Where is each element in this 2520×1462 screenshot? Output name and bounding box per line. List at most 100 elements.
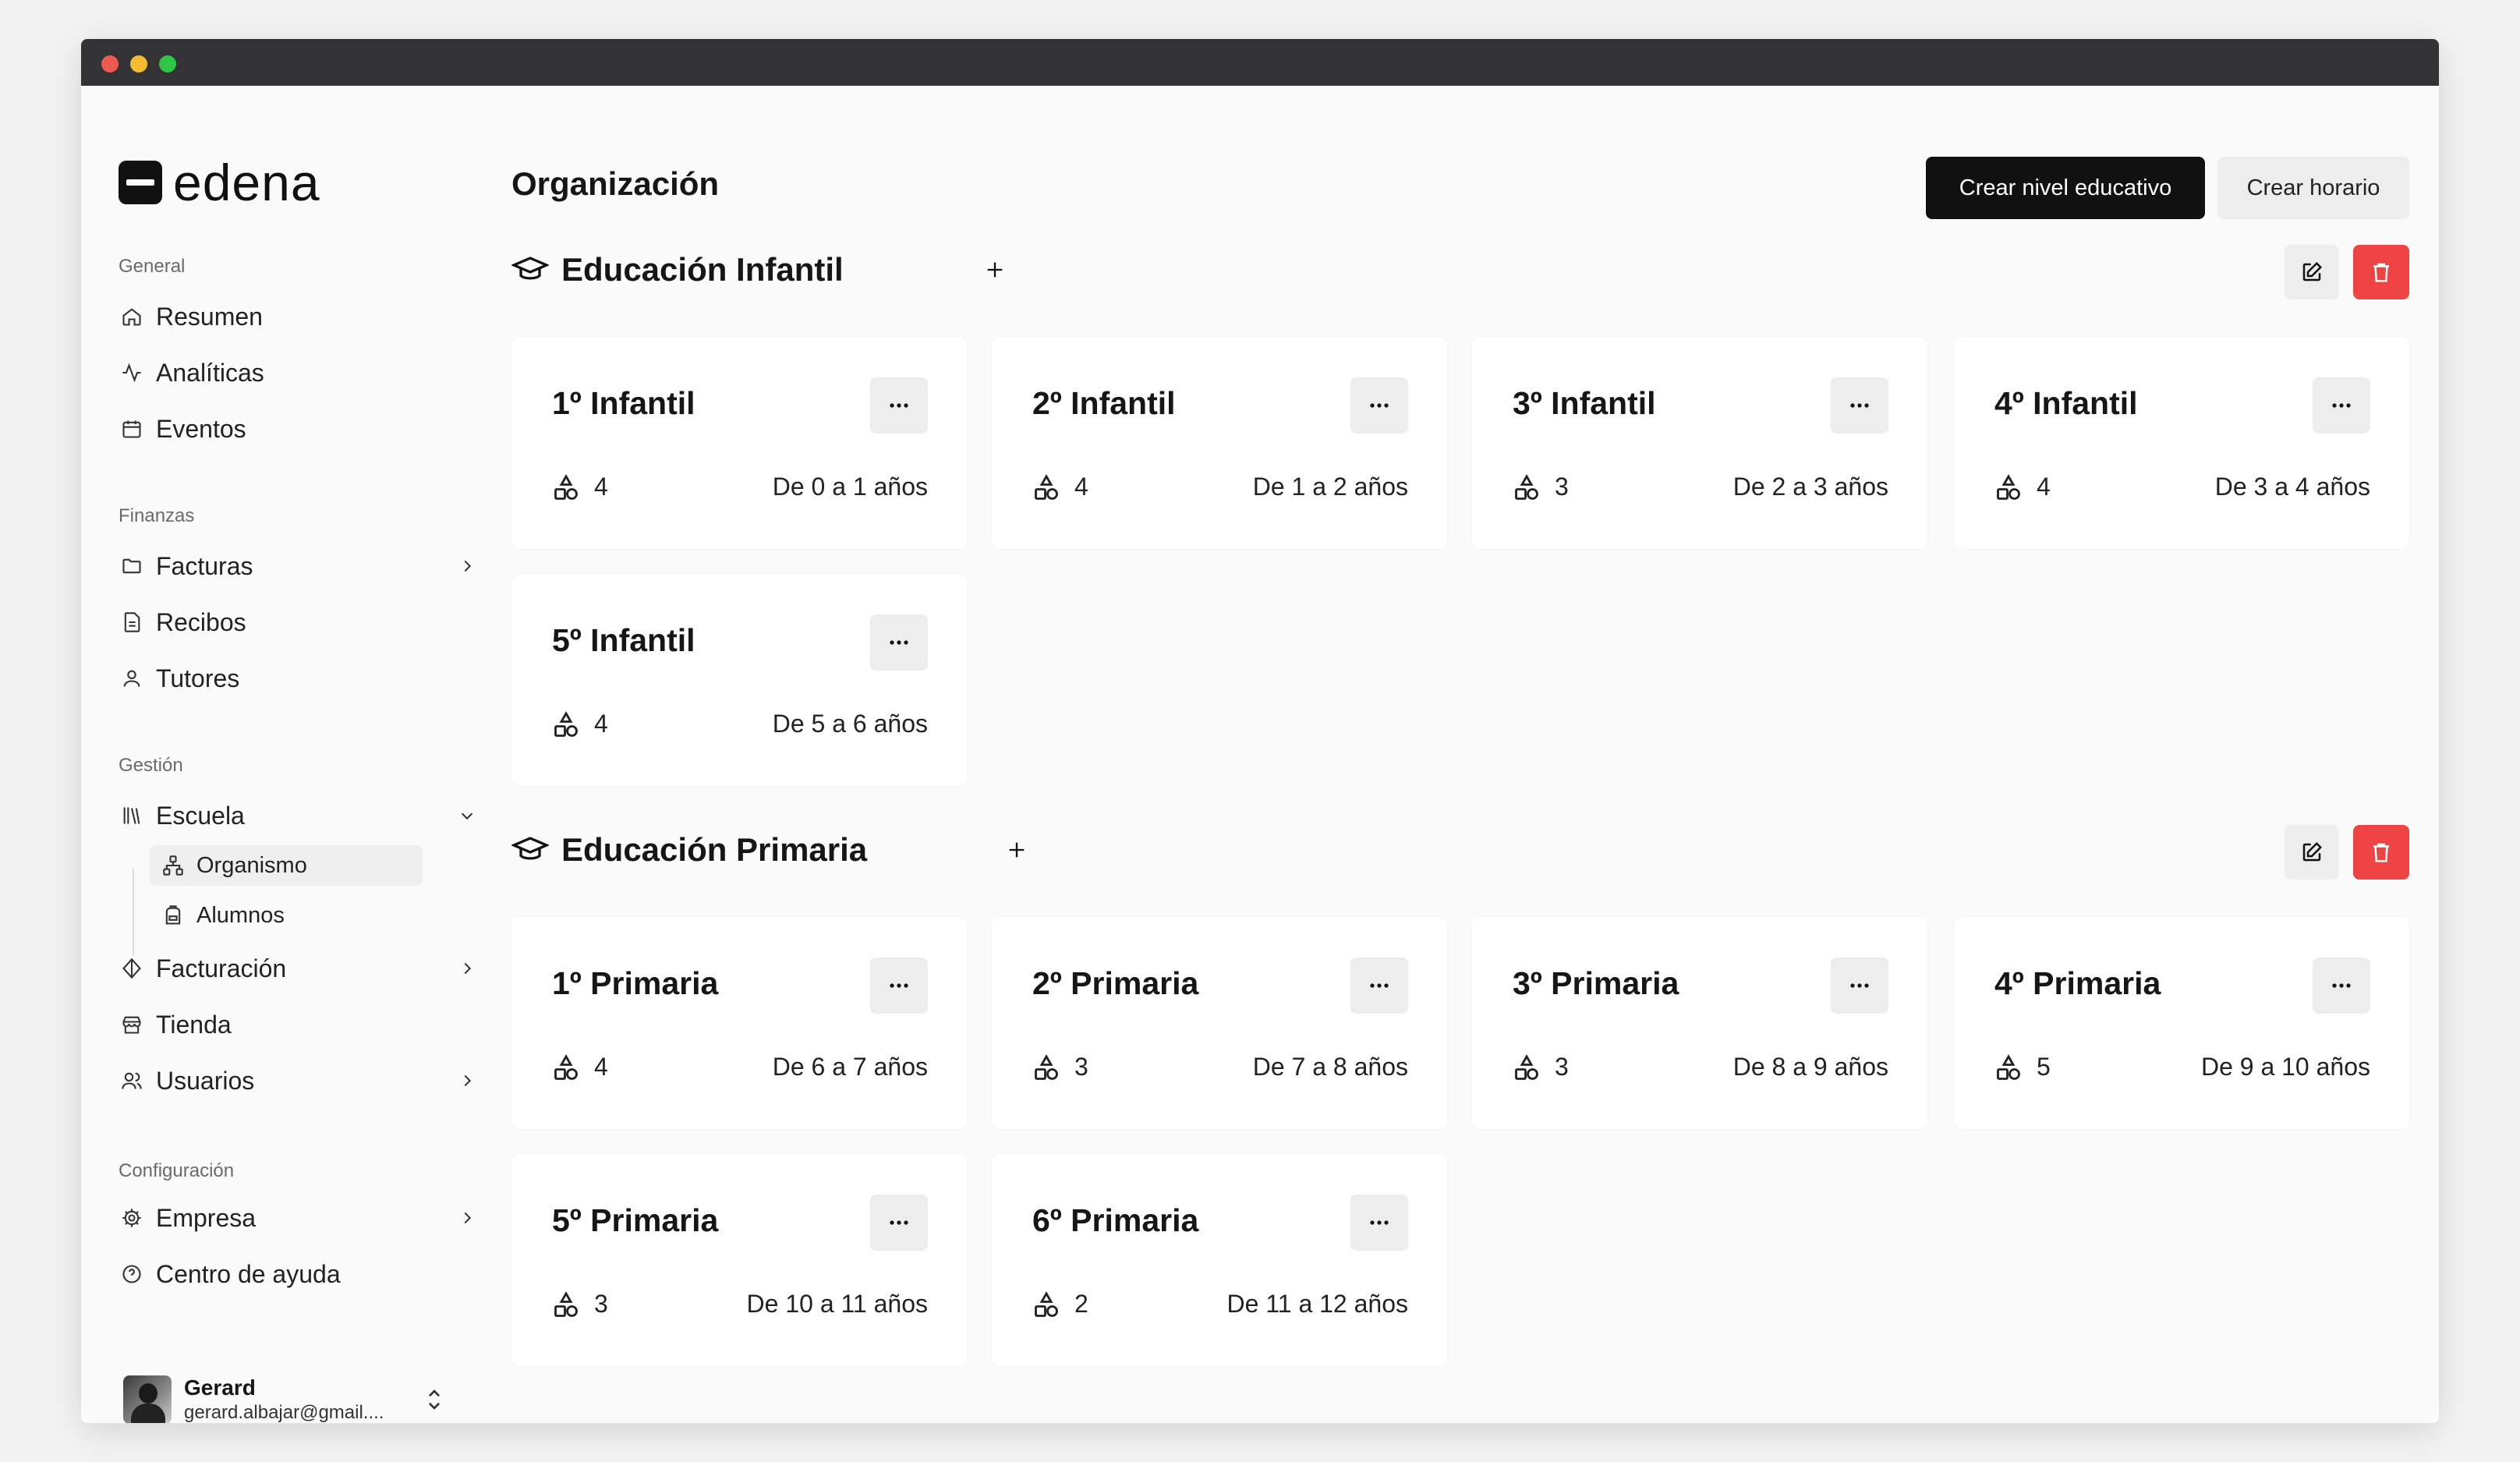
group-count: 3 — [1555, 473, 1569, 501]
group-count: 4 — [594, 473, 608, 501]
brand-name: edena — [173, 154, 320, 211]
sidebar-item-label: Centro de ayuda — [156, 1259, 341, 1288]
course-card[interactable]: 5º Infantil 4 De 5 a 6 años — [511, 574, 967, 786]
shapes-icon — [1032, 1291, 1060, 1319]
chevron-right-icon[interactable] — [455, 1206, 479, 1230]
group-label-finanzas: Finanzas — [119, 505, 195, 526]
course-name: 1º Primaria — [552, 965, 719, 1001]
gear-icon — [119, 1205, 145, 1231]
course-card[interactable]: 2º Infantil 4 De 1 a 2 años — [992, 337, 1447, 549]
shapes-icon — [552, 711, 580, 739]
course-card[interactable]: 1º Primaria 4 De 6 a 7 años — [511, 917, 967, 1129]
tree-line — [133, 869, 134, 956]
more-options-button[interactable] — [1350, 958, 1408, 1014]
avatar — [123, 1375, 172, 1423]
delete-section-button[interactable] — [2353, 825, 2409, 880]
more-options-button[interactable] — [1831, 958, 1888, 1014]
page-title: Organización — [511, 165, 720, 202]
shapes-icon — [552, 1054, 580, 1082]
more-options-button[interactable] — [2313, 958, 2370, 1014]
minimize-window-button[interactable] — [130, 55, 147, 73]
sidebar-item-tienda[interactable]: Tienda — [119, 1004, 524, 1045]
course-card[interactable]: 3º Primaria 3 De 8 a 9 años — [1472, 917, 1927, 1129]
sidebar-item-facturas[interactable]: Facturas — [119, 546, 524, 586]
shapes-icon — [1513, 474, 1541, 502]
sidebar-subitem-alumnos[interactable]: Alumnos — [150, 895, 423, 936]
more-options-button[interactable] — [870, 614, 928, 671]
sidebar-item-escuela[interactable]: Escuela — [119, 795, 524, 836]
graduation-cap-icon — [510, 256, 550, 284]
store-icon — [119, 1011, 145, 1038]
add-course-button[interactable] — [1001, 834, 1032, 866]
course-card[interactable]: 2º Primaria 3 De 7 a 8 años — [992, 917, 1447, 1129]
chevron-right-icon[interactable] — [455, 957, 479, 980]
sidebar-item-analiticas[interactable]: Analíticas — [119, 352, 524, 393]
user-name: Gerard — [184, 1375, 256, 1400]
sidebar-item-recibos[interactable]: Recibos — [119, 602, 524, 643]
more-options-button[interactable] — [1350, 377, 1408, 434]
age-range: De 6 a 7 años — [772, 1053, 928, 1081]
sidebar-item-label: Tutores — [156, 664, 240, 692]
sidebar-item-label: Recibos — [156, 607, 246, 636]
more-options-button[interactable] — [870, 377, 928, 434]
chevron-up-down-icon[interactable] — [423, 1386, 446, 1413]
sidebar-item-ayuda[interactable]: Centro de ayuda — [119, 1254, 524, 1294]
course-name: 5º Infantil — [552, 622, 695, 658]
sidebar-item-label: Facturas — [156, 551, 253, 580]
create-schedule-button[interactable]: Crear horario — [2217, 157, 2409, 219]
chevron-right-icon[interactable] — [455, 554, 479, 578]
sidebar-item-empresa[interactable]: Empresa — [119, 1198, 524, 1238]
course-card[interactable]: 4º Primaria 5 De 9 a 10 años — [1954, 917, 2409, 1129]
sidebar-subitem-organismo[interactable]: Organismo — [150, 845, 423, 886]
group-count: 4 — [1074, 473, 1088, 501]
course-card[interactable]: 3º Infantil 3 De 2 a 3 años — [1472, 337, 1927, 549]
more-options-button[interactable] — [1831, 377, 1888, 434]
course-name: 2º Infantil — [1032, 385, 1176, 421]
sidebar-subitem-label: Alumnos — [196, 902, 285, 928]
group-label-general: General — [119, 256, 186, 277]
edit-section-button[interactable] — [2285, 825, 2339, 880]
group-count: 3 — [1074, 1053, 1088, 1081]
close-window-button[interactable] — [101, 55, 119, 73]
course-card[interactable]: 5º Primaria 3 De 10 a 11 años — [511, 1154, 967, 1366]
brand-logo[interactable]: edena — [119, 154, 320, 211]
more-options-button[interactable] — [870, 958, 928, 1014]
diamond-icon — [119, 955, 145, 982]
sidebar-item-usuarios[interactable]: Usuarios — [119, 1060, 524, 1101]
course-name: 2º Primaria — [1032, 965, 1199, 1001]
add-course-button[interactable] — [979, 254, 1010, 285]
user-menu[interactable]: Gerard gerard.albajar@gmail.... — [119, 1372, 446, 1423]
course-name: 4º Infantil — [1994, 385, 2138, 421]
course-name: 5º Primaria — [552, 1202, 719, 1238]
shapes-icon — [1994, 474, 2023, 502]
chevron-right-icon[interactable] — [455, 1069, 479, 1092]
more-options-button[interactable] — [2313, 377, 2370, 434]
more-options-button[interactable] — [870, 1195, 928, 1251]
shapes-icon — [1994, 1054, 2023, 1082]
age-range: De 5 a 6 años — [772, 710, 928, 738]
course-card[interactable]: 1º Infantil 4 De 0 a 1 años — [511, 337, 967, 549]
more-options-button[interactable] — [1350, 1195, 1408, 1251]
edit-section-button[interactable] — [2285, 245, 2339, 299]
delete-section-button[interactable] — [2353, 245, 2409, 299]
age-range: De 1 a 2 años — [1252, 473, 1408, 501]
chevron-down-icon[interactable] — [455, 804, 479, 827]
shapes-icon — [1032, 1054, 1060, 1082]
sidebar-item-label: Tienda — [156, 1010, 232, 1039]
group-count: 3 — [594, 1290, 608, 1318]
course-name: 3º Infantil — [1513, 385, 1656, 421]
group-count: 4 — [2037, 473, 2051, 501]
sidebar-item-facturacion[interactable]: Facturación — [119, 948, 524, 989]
users-icon — [119, 1067, 145, 1094]
sidebar-item-eventos[interactable]: Eventos — [119, 409, 524, 449]
create-level-button[interactable]: Crear nivel educativo — [1926, 157, 2205, 219]
group-count: 4 — [594, 710, 608, 738]
course-card[interactable]: 4º Infantil 4 De 3 a 4 años — [1954, 337, 2409, 549]
sidebar-item-tutores[interactable]: Tutores — [119, 658, 524, 699]
sidebar-item-resumen[interactable]: Resumen — [119, 296, 524, 337]
maximize-window-button[interactable] — [159, 55, 176, 73]
course-card[interactable]: 6º Primaria 2 De 11 a 12 años — [992, 1154, 1447, 1366]
course-name: 1º Infantil — [552, 385, 695, 421]
sidebar-item-label: Empresa — [156, 1203, 257, 1232]
folder-icon — [119, 553, 145, 579]
